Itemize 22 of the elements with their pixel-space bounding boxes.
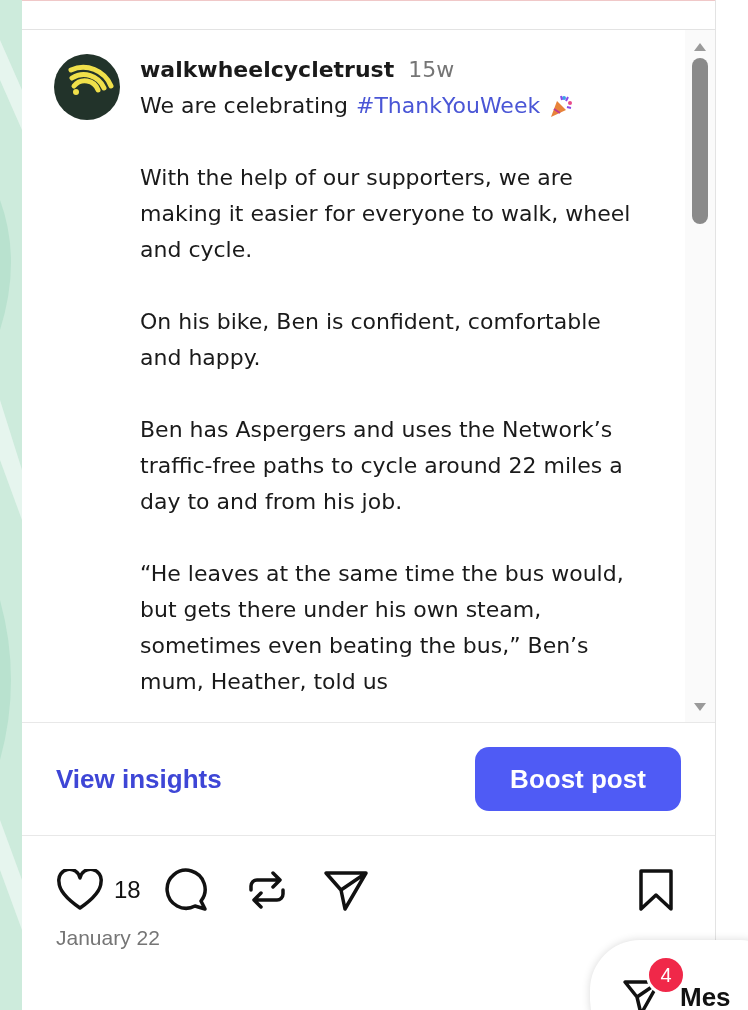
like-count: 18 — [114, 875, 141, 905]
caption-text: We are celebrating — [140, 92, 348, 120]
party-popper-icon — [548, 93, 575, 119]
heart-icon[interactable] — [56, 869, 104, 911]
avatar-icon[interactable] — [54, 54, 120, 120]
post-paragraph: “He leaves at the same time the bus would, but gets there under his own steam, sometimes even beating the bus,” Ben’s mum, Heather, told us — [140, 560, 625, 696]
post-paragraph: Ben has Aspergers and uses the Network’s traffic-free paths to cycle around 22 miles a day to and from his job. — [140, 416, 624, 516]
boost-post-button[interactable]: Boost post — [475, 747, 681, 811]
send-icon[interactable] — [322, 868, 369, 912]
hashtag-link[interactable]: #ThankYouWeek — [356, 88, 541, 124]
view-insights-link[interactable]: View insights — [56, 759, 222, 799]
bookmark-icon[interactable] — [637, 868, 675, 912]
author-name[interactable]: walkwheelcycletrust — [140, 52, 395, 88]
post-date: January 22 — [56, 925, 160, 951]
post-paragraph: On his bike, Ben is confident, comfortable and happy. — [140, 308, 602, 372]
post-time: 15w — [408, 56, 455, 84]
post-paragraph: With the help of our supporters, we are making it easier for everyone to walk, wheel and cycle. — [140, 164, 632, 264]
scroll-down-icon[interactable] — [693, 702, 707, 712]
scroll-up-icon[interactable] — [693, 42, 707, 52]
scrollbar[interactable] — [685, 30, 715, 722]
repost-icon[interactable] — [246, 868, 287, 912]
scrollbar-thumb[interactable] — [692, 58, 708, 224]
